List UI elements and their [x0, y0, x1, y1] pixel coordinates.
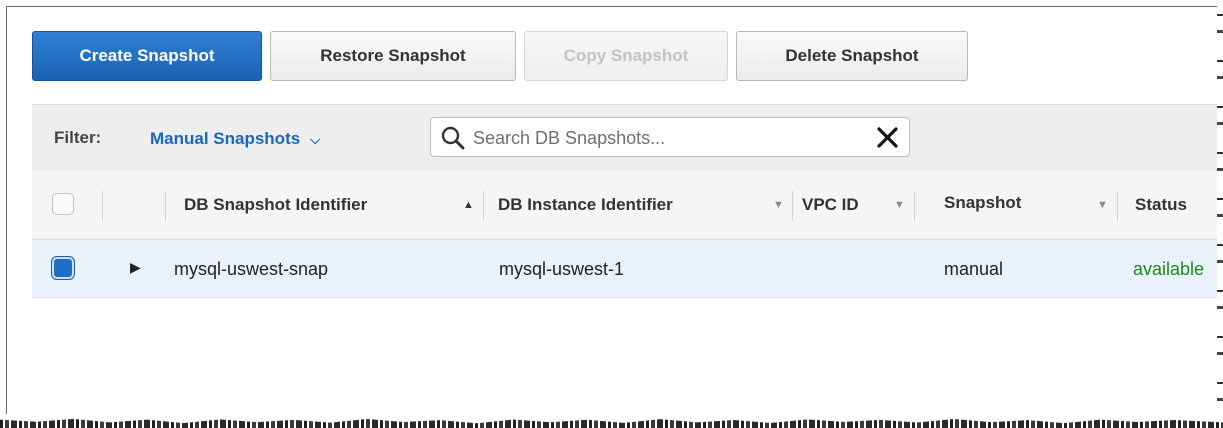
filter-bar: Filter: Manual Snapshots ⌵ [32, 104, 1218, 172]
column-header-snapshot[interactable]: Snapshot [944, 193, 1021, 213]
search-icon [441, 126, 465, 150]
torn-edge-right [1217, 0, 1223, 428]
sort-ascending-icon[interactable]: ▲ [463, 199, 474, 211]
search-input[interactable] [471, 124, 855, 152]
cell-snapshot-id: mysql-uswest-snap [174, 259, 329, 279]
column-divider [165, 191, 166, 221]
status-badge: available [1133, 259, 1205, 279]
column-header-instance-id[interactable]: DB Instance Identifier [498, 195, 673, 215]
chevron-down-icon: ⌵ [310, 132, 321, 147]
toolbar: Create Snapshot Restore Snapshot Copy Sn… [32, 31, 968, 83]
cell-instance-id: mysql-uswest-1 [499, 259, 625, 279]
cell-snapshot-type: manual [944, 259, 1004, 279]
restore-snapshot-button[interactable]: Restore Snapshot [270, 31, 516, 81]
sort-icon[interactable]: ▼ [1097, 199, 1108, 211]
sort-icon[interactable]: ▼ [894, 199, 905, 211]
snapshot-type-dropdown[interactable]: Manual Snapshots ⌵ [150, 129, 320, 149]
filter-label: Filter: [54, 128, 102, 147]
sort-icon[interactable]: ▼ [773, 199, 784, 211]
snapshot-type-selected: Manual Snapshots [150, 129, 301, 148]
column-divider [483, 191, 484, 221]
select-all-checkbox[interactable] [52, 193, 74, 215]
create-snapshot-button[interactable]: Create Snapshot [32, 31, 262, 81]
column-header-snapshot-id[interactable]: DB Snapshot Identifier [184, 195, 367, 215]
torn-edge-bottom [0, 418, 1223, 428]
column-divider [1117, 191, 1118, 221]
close-icon[interactable] [875, 123, 901, 151]
caret-right-icon[interactable]: ▶ [130, 259, 141, 276]
copy-snapshot-button[interactable]: Copy Snapshot [524, 31, 728, 81]
column-divider [792, 191, 793, 221]
rds-snapshots-panel: Create Snapshot Restore Snapshot Copy Sn… [6, 6, 1218, 414]
table-header: DB Snapshot Identifier ▲ DB Instance Ide… [32, 171, 1218, 240]
column-header-status[interactable]: Status [1135, 195, 1187, 215]
search-box [430, 117, 910, 157]
column-divider [914, 191, 915, 221]
column-divider [102, 191, 103, 221]
column-header-vpc-id[interactable]: VPC ID [802, 195, 859, 215]
row-checkbox[interactable] [52, 257, 74, 279]
delete-snapshot-button[interactable]: Delete Snapshot [736, 31, 968, 81]
table-row[interactable]: ▶ mysql-uswest-snap mysql-uswest-1 manua… [32, 240, 1218, 298]
